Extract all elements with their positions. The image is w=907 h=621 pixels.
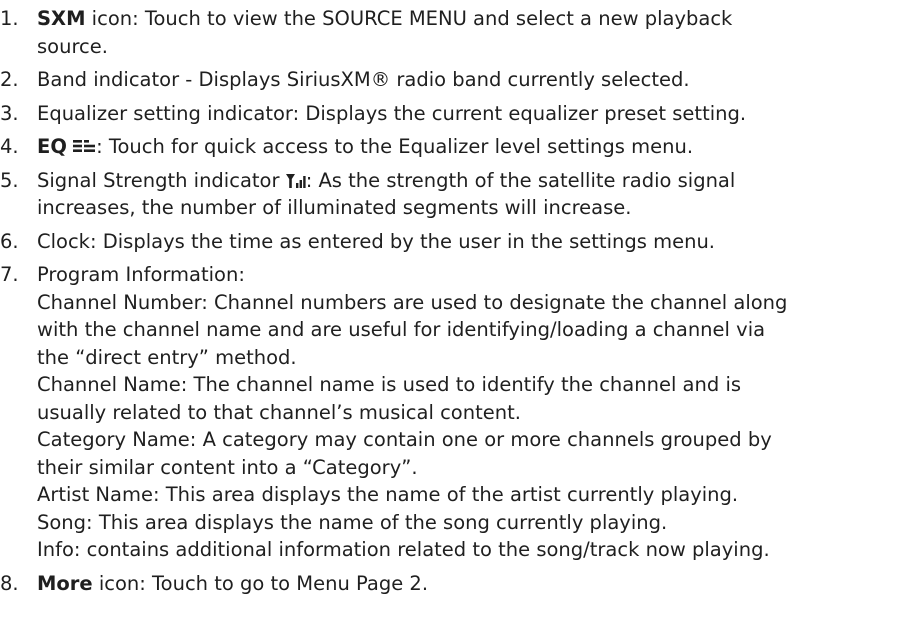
item-line: Signal Strength indicator : As the stren… [37, 167, 907, 195]
item-number: 5. [0, 168, 19, 192]
item-text: Clock: Displays the time as entered by t… [37, 229, 715, 253]
item-line: EQ : Touch for quick access to the Equal… [37, 133, 907, 161]
item-text: : As the strength of the satellite radio… [305, 168, 736, 192]
item-line: Category Name: A category may contain on… [37, 428, 772, 451]
item-text: : Touch for quick access to the Equalize… [96, 135, 694, 158]
item-line: Program Information: [37, 263, 245, 286]
signal-strength-icon [285, 173, 306, 188]
list-item-clock: 6. Clock: Displays the time as entered b… [0, 228, 907, 256]
item-text: Band indicator - Displays SiriusXM® radi… [37, 68, 690, 91]
list-item-signal-strength: 5. Signal Strength indicator : As the st… [0, 167, 907, 222]
item-line: More icon: Touch to go to Menu Page 2. [37, 570, 907, 598]
item-number: 3. [0, 101, 19, 125]
item-line: Channel Name: The channel name is used t… [37, 373, 742, 396]
list-item-sxm: 1. SXM icon: Touch to view the SOURCE ME… [0, 5, 907, 60]
item-number: 1. [0, 7, 19, 30]
list-item-program-information: 7. Program Information: Channel Number: … [0, 261, 907, 564]
item-line: source. [37, 34, 108, 58]
item-text: icon: Touch to go to Menu Page 2. [92, 571, 429, 595]
manual-list: 1. SXM icon: Touch to view the SOURCE ME… [0, 0, 907, 597]
item-line: Song: This area displays the name of the… [37, 510, 668, 534]
item-line: SXM icon: Touch to view the SOURCE MENU … [37, 5, 907, 33]
item-lead: Signal Strength indicator [37, 168, 280, 192]
item-number: 7. [0, 263, 19, 286]
list-item-band: 2. Band indicator - Displays SiriusXM® r… [0, 66, 907, 94]
item-line: Channel Number: Channel numbers are used… [37, 290, 788, 314]
list-item-equalizer-indicator: 3. Equalizer setting indicator: Displays… [0, 100, 907, 128]
item-line: the “direct entry” method. [37, 345, 297, 369]
item-number: 4. [0, 135, 19, 158]
item-line: their similar content into a “Category”. [37, 455, 418, 479]
item-text: Equalizer setting indicator: Displays th… [37, 101, 747, 125]
equalizer-bars-icon [73, 140, 96, 152]
list-item-more: 8. More icon: Touch to go to Menu Page 2… [0, 570, 907, 598]
more-label: More [37, 571, 93, 595]
item-number: 6. [0, 229, 19, 253]
sxm-label: SXM [37, 7, 86, 30]
item-line: usually related to that channel’s musica… [37, 400, 521, 424]
item-line: Artist Name: This area displays the name… [37, 483, 739, 506]
item-text: icon: Touch to view the SOURCE MENU and … [85, 7, 733, 30]
list-item-eq: 4. EQ : Touch for quick access to the Eq… [0, 133, 907, 161]
item-line: with the channel name and are useful for… [37, 318, 766, 341]
item-line: Info: contains additional information re… [37, 538, 770, 561]
item-number: 8. [0, 571, 19, 595]
item-line: increases, the number of illuminated seg… [37, 196, 632, 219]
eq-label: EQ [37, 135, 67, 158]
item-number: 2. [0, 68, 19, 91]
